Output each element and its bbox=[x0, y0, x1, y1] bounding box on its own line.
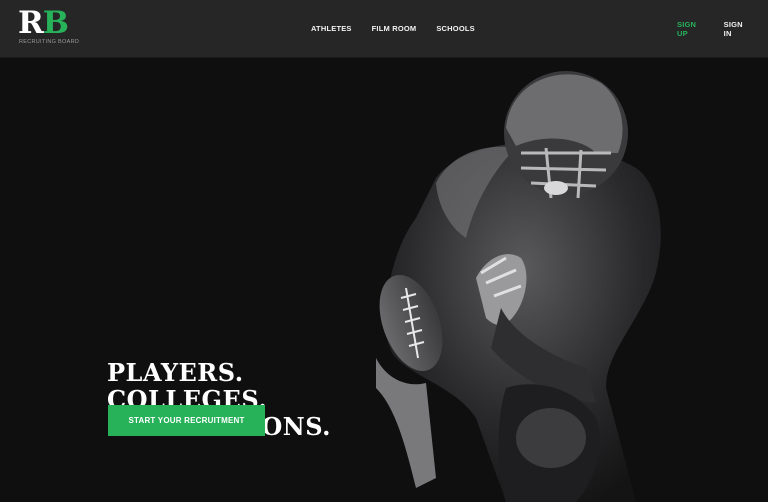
nav-athletes-link[interactable]: ATHLETES bbox=[311, 24, 352, 33]
main-nav: ATHLETES FILM ROOM SCHOOLS bbox=[311, 0, 495, 57]
start-recruitment-button[interactable]: START YOUR RECRUITMENT bbox=[108, 405, 265, 436]
auth-nav: SIGN UP SIGN IN bbox=[677, 0, 768, 57]
headline-line: PLAYERS. bbox=[107, 358, 244, 387]
nav-film-room-link[interactable]: FILM ROOM bbox=[372, 24, 417, 33]
top-navbar: RB RECRUITING BOARD ATHLETES FILM ROOM S… bbox=[0, 0, 768, 58]
logo-subtitle: RECRUITING BOARD bbox=[19, 39, 80, 45]
sign-in-link[interactable]: SIGN IN bbox=[724, 20, 747, 38]
nav-schools-link[interactable]: SCHOOLS bbox=[436, 24, 475, 33]
recruiting-board-logo[interactable]: RB RECRUITING BOARD bbox=[18, 5, 80, 49]
football-player-image bbox=[376, 71, 661, 502]
logo-mark: RB bbox=[18, 5, 69, 41]
sign-up-link[interactable]: SIGN UP bbox=[677, 20, 703, 38]
